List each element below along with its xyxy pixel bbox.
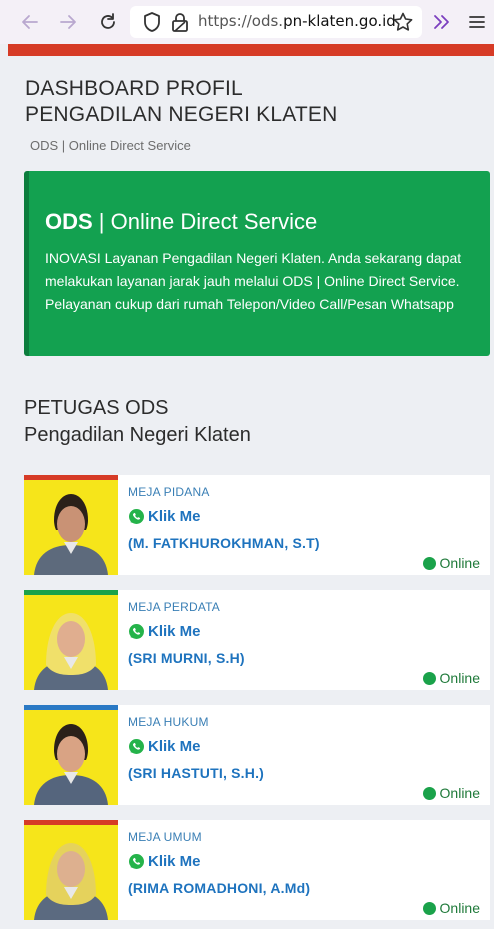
staff-card-3: MEJA HUKUM Klik Me (SRI HASTUTI, S.H.) O… [24, 705, 490, 805]
staff-role: MEJA PERDATA [128, 600, 220, 614]
staff-name[interactable]: (M. FATKHUROKHMAN, S.T) [128, 535, 320, 551]
whatsapp-link[interactable]: Klik Me [128, 853, 201, 870]
banner-title: ODS | Online Direct Service [45, 209, 317, 235]
online-dot-icon [422, 901, 436, 915]
page-title-line1: DASHBOARD PROFIL [25, 77, 243, 100]
browser-toolbar: https://ods.pn-klaten.go.id [0, 0, 494, 44]
klik-me-label: Klik Me [148, 738, 201, 755]
staff-card-4: MEJA UMUM Klik Me (RIMA ROMADHONI, A.Md)… [24, 820, 490, 920]
url-text[interactable]: https://ods.pn-klaten.go.id [198, 12, 396, 30]
whatsapp-icon [128, 623, 145, 640]
status-badge: Online [422, 555, 480, 571]
banner-title-rest: | Online Direct Service [92, 209, 318, 234]
staff-name[interactable]: (SRI HASTUTI, S.H.) [128, 765, 264, 781]
status-badge: Online [422, 670, 480, 686]
url-prefix: https://ods. [198, 12, 284, 30]
lock-icon[interactable] [170, 10, 190, 34]
klik-me-label: Klik Me [148, 853, 201, 870]
banner-text: INOVASI Layanan Pengadilan Negeri Klaten… [45, 250, 462, 312]
staff-card-1: MEJA PIDANA Klik Me (M. FATKHUROKHMAN, S… [24, 475, 490, 575]
status-text: Online [439, 900, 480, 916]
status-badge: Online [422, 900, 480, 916]
whatsapp-link[interactable]: Klik Me [128, 738, 201, 755]
site-top-strip [8, 44, 494, 56]
forward-icon[interactable] [56, 10, 80, 34]
klik-me-label: Klik Me [148, 508, 201, 525]
status-text: Online [439, 670, 480, 686]
status-text: Online [439, 785, 480, 801]
extensions-icon[interactable] [430, 10, 454, 34]
staff-photo [24, 480, 118, 575]
online-dot-icon [422, 556, 436, 570]
klik-me-label: Klik Me [148, 623, 201, 640]
banner-title-bold: ODS [45, 209, 93, 234]
staff-photo [24, 710, 118, 805]
online-dot-icon [422, 671, 436, 685]
section-title: PETUGAS ODS [24, 397, 169, 419]
whatsapp-icon [128, 738, 145, 755]
staff-name[interactable]: (SRI MURNI, S.H) [128, 650, 245, 666]
staff-photo [24, 825, 118, 920]
status-badge: Online [422, 785, 480, 801]
url-host: pn-klaten.go.id [283, 12, 396, 30]
shield-icon[interactable] [142, 10, 162, 34]
reload-icon[interactable] [96, 10, 120, 34]
whatsapp-icon [128, 853, 145, 870]
breadcrumb: ODS | Online Direct Service [30, 138, 191, 153]
online-dot-icon [422, 786, 436, 800]
whatsapp-link[interactable]: Klik Me [128, 508, 201, 525]
page-title: DASHBOARD PROFIL PENGADILAN NEGERI KLATE… [25, 76, 338, 128]
section-subtitle: Pengadilan Negeri Klaten [24, 424, 251, 446]
staff-card-2: MEJA PERDATA Klik Me (SRI MURNI, S.H) On… [24, 590, 490, 690]
staff-photo [24, 595, 118, 690]
menu-icon[interactable] [466, 10, 488, 34]
back-icon[interactable] [18, 10, 42, 34]
staff-role: MEJA PIDANA [128, 485, 210, 499]
staff-role: MEJA UMUM [128, 830, 202, 844]
staff-role: MEJA HUKUM [128, 715, 209, 729]
staff-name[interactable]: (RIMA ROMADHONI, A.Md) [128, 880, 310, 896]
ods-banner: ODS | Online Direct Service INOVASI Laya… [24, 171, 490, 356]
star-icon[interactable] [392, 10, 414, 34]
whatsapp-icon [128, 508, 145, 525]
page-title-line2: PENGADILAN NEGERI KLATEN [25, 103, 338, 126]
whatsapp-link[interactable]: Klik Me [128, 623, 201, 640]
status-text: Online [439, 555, 480, 571]
